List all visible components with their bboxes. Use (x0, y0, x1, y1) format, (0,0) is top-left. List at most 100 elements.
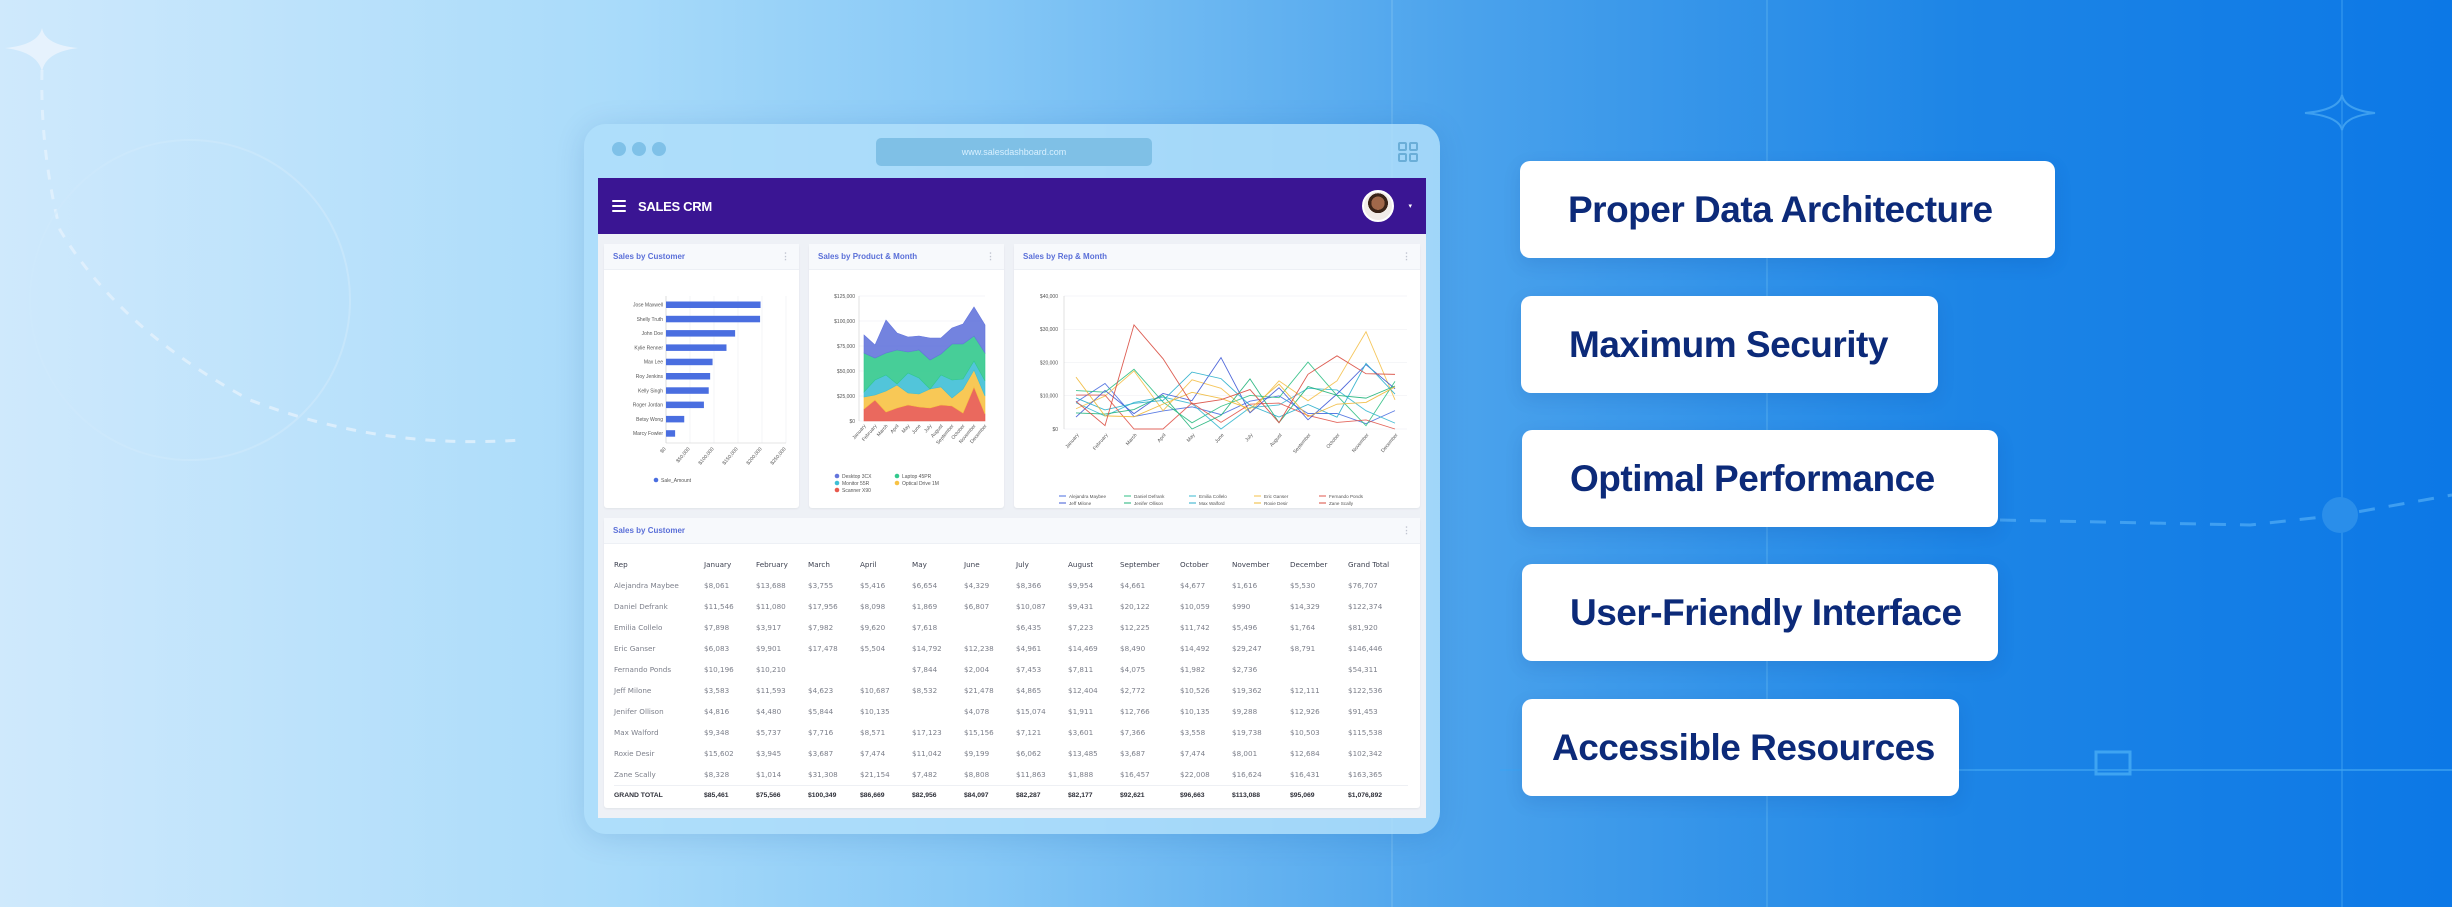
table-row[interactable]: Emilia Collelo $7,898 $3,917 $7,982 $9,620 $7… (614, 617, 1408, 638)
sales-cell: $91,453 (1348, 707, 1378, 716)
menu-icon[interactable] (612, 200, 626, 212)
user-avatar[interactable] (1362, 190, 1395, 222)
card-title: Sales by Customer (613, 526, 686, 535)
x-tick-label: November (1351, 432, 1371, 454)
legend-label: Sale_Amount (661, 478, 692, 484)
crm-app: SALES CRM ▾ Sales by Customer ⋮ $0 $50,00… (598, 178, 1426, 818)
grand-total-cell: $100,349 (808, 784, 860, 806)
column-header[interactable]: May (912, 554, 964, 575)
rep-name-cell: Daniel Defrank (614, 602, 668, 611)
window-dot-icon[interactable] (612, 142, 626, 156)
column-header[interactable]: December (1290, 554, 1348, 575)
table-row[interactable]: Max Walford $9,348 $5,737 $7,716 $8,571 $17,1… (614, 722, 1408, 743)
column-header[interactable]: February (756, 554, 808, 575)
sales-cell: $4,329 (964, 581, 990, 590)
feature-card[interactable]: Maximum Security (1521, 296, 1938, 393)
x-tick-label: $0 (659, 446, 667, 454)
column-header[interactable]: September (1120, 554, 1180, 575)
sales-cell: $19,362 (1232, 686, 1262, 695)
address-bar[interactable]: www.salesdashboard.com (876, 138, 1152, 166)
column-header[interactable]: April (860, 554, 912, 575)
window-controls (612, 142, 666, 156)
column-header[interactable]: November (1232, 554, 1290, 575)
sales-cell: $122,536 (1348, 686, 1383, 695)
sales-cell: $7,618 (912, 623, 938, 632)
sales-cell: $4,816 (704, 707, 730, 716)
legend-marker (834, 480, 840, 486)
more-options-icon[interactable]: ⋮ (1402, 525, 1411, 536)
bar[interactable] (666, 330, 736, 337)
y-tick-label: $50,000 (837, 369, 855, 375)
bar[interactable] (666, 387, 709, 394)
legend-label: Monitor 55R (842, 481, 870, 487)
sales-cell: $76,707 (1348, 581, 1378, 590)
sales-cell: $15,074 (1016, 707, 1046, 716)
sales-cell: $7,898 (704, 623, 730, 632)
column-header[interactable]: January (704, 554, 756, 575)
bar[interactable] (666, 301, 761, 309)
bar[interactable] (666, 344, 727, 351)
sales-cell (912, 701, 964, 722)
window-dot-icon[interactable] (652, 142, 666, 156)
column-header[interactable]: June (964, 554, 1016, 575)
decorative-node (2322, 497, 2358, 533)
line-series[interactable] (1075, 356, 1396, 421)
column-header[interactable]: August (1068, 554, 1120, 575)
feature-card[interactable]: User-Friendly Interface (1522, 564, 1998, 661)
x-tick-label: May (1186, 432, 1197, 443)
chevron-down-icon[interactable]: ▾ (1408, 202, 1412, 210)
sales-cell: $8,001 (1232, 749, 1258, 758)
table-row[interactable]: Roxie Desir $15,602 $3,945 $3,687 $7,474 $11,… (614, 743, 1408, 764)
sales-cell: $9,431 (1068, 602, 1094, 611)
y-tick-label: $100,000 (834, 319, 855, 325)
feature-card[interactable]: Proper Data Architecture (1520, 161, 2055, 258)
line-series[interactable] (1075, 323, 1396, 427)
decorative-circle (29, 139, 351, 461)
table-row[interactable]: Jeff Milone $3,583 $11,593 $4,623 $10,687 $8,… (614, 680, 1408, 701)
y-tick-label: $0 (1052, 427, 1058, 433)
bar[interactable] (666, 358, 713, 366)
grand-total-cell: $82,177 (1068, 784, 1120, 806)
sales-cell: $8,328 (704, 769, 730, 779)
apps-grid-icon[interactable] (1398, 142, 1418, 162)
sales-cell: $9,199 (964, 749, 990, 758)
line-series[interactable] (1075, 330, 1396, 414)
sales-cell: $10,526 (1180, 686, 1210, 695)
table-row[interactable]: Jenifer Ollison $4,816 $4,480 $5,844 $10,135… (614, 701, 1408, 722)
table-row[interactable]: Eric Ganser $6,083 $9,901 $17,478 $5,504 $14,… (614, 638, 1408, 659)
sales-cell: $1,869 (912, 602, 938, 611)
table-row[interactable]: Fernando Ponds $10,196 $10,210 $7,844 $2,004… (614, 659, 1408, 680)
table-row[interactable]: Alejandra Maybee $8,061 $13,688 $3,755 $5,41… (614, 575, 1408, 596)
column-header[interactable]: Grand Total (1348, 554, 1408, 575)
more-options-icon[interactable]: ⋮ (781, 251, 790, 262)
y-tick-label: $10,000 (1040, 394, 1058, 400)
category-label: John Doe (642, 331, 664, 337)
column-header[interactable]: March (808, 554, 860, 575)
line-series[interactable] (1075, 362, 1396, 418)
more-options-icon[interactable]: ⋮ (986, 251, 995, 262)
bar[interactable] (666, 401, 704, 409)
sales-cell: $14,492 (1180, 644, 1210, 653)
feature-card[interactable]: Optimal Performance (1522, 430, 1998, 527)
grand-total-cell: $113,088 (1232, 784, 1290, 806)
feature-card[interactable]: Accessible Resources (1522, 699, 1959, 796)
table-row[interactable]: Zane Scally $8,328 $1,014 $31,308 $21,154 $7,… (614, 764, 1408, 785)
sales-cell: $5,530 (1290, 581, 1316, 590)
table-row[interactable]: Daniel Defrank $11,546 $11,080 $17,956 $8,09… (614, 596, 1408, 617)
bar[interactable] (666, 415, 685, 423)
window-dot-icon[interactable] (632, 142, 646, 156)
sales-cell: $102,342 (1348, 749, 1383, 758)
sales-cell: $13,688 (756, 581, 786, 590)
rep-name-cell: Eric Ganser (614, 644, 656, 653)
bar[interactable] (666, 373, 711, 380)
column-header[interactable]: Rep (614, 554, 704, 575)
column-header[interactable]: October (1180, 554, 1232, 575)
app-header: SALES CRM ▾ (598, 178, 1426, 234)
bar[interactable] (666, 430, 676, 437)
column-header[interactable]: July (1016, 554, 1068, 575)
rep-name-cell: Zane Scally (614, 769, 656, 779)
legend-label: Jeff Milone (1069, 501, 1092, 506)
more-options-icon[interactable]: ⋮ (1402, 251, 1411, 262)
rep-name-cell: Jenifer Ollison (614, 707, 664, 716)
bar[interactable] (666, 315, 761, 323)
